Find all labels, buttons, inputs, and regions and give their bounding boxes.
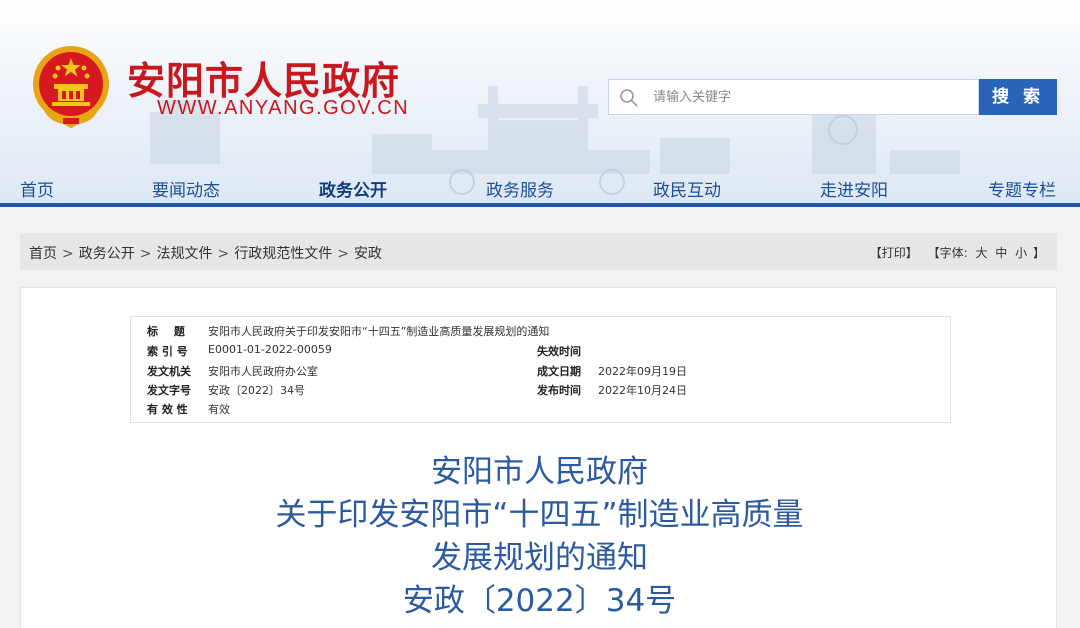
document-title-line: 发展规划的通知 bbox=[431, 540, 648, 576]
meta-label-validity: 有 效 性 bbox=[147, 403, 188, 416]
meta-value-published: 2022年10月24日 bbox=[598, 384, 687, 397]
breadcrumb-item-regulations[interactable]: 法规文件 bbox=[156, 246, 212, 262]
national-emblem-icon bbox=[33, 46, 109, 128]
font-size-medium-button[interactable]: 中 bbox=[995, 246, 1007, 260]
document-number: 安政〔2022〕34号 bbox=[402, 583, 677, 619]
breadcrumb-trail: 首页 > 政务公开 > 法规文件 > 行政规范性文件 > 安政 bbox=[29, 243, 382, 263]
meta-label-created: 成文日期 bbox=[537, 365, 581, 378]
breadcrumb-item-anzheng[interactable]: 安政 bbox=[354, 246, 382, 262]
meta-label-published: 发布时间 bbox=[537, 384, 581, 397]
breadcrumb: 首页 > 政务公开 > 法规文件 > 行政规范性文件 > 安政 【打印】 【字体: 大 中 小 … bbox=[20, 233, 1057, 270]
breadcrumb-item-gov-affairs[interactable]: 政务公开 bbox=[79, 246, 135, 262]
breadcrumb-separator: > bbox=[62, 246, 74, 262]
document-title: 安阳市人民政府 关于印发安阳市“十四五”制造业高质量 发展规划的通知 安政〔20… bbox=[21, 451, 1058, 623]
article-content: 标 题 安阳市人民政府关于印发安阳市“十四五”制造业高质量发展规划的通知 索 引… bbox=[20, 287, 1057, 628]
nav-item-interaction[interactable]: 政民互动 bbox=[653, 176, 721, 201]
font-size-close-bracket: 】 bbox=[1032, 246, 1045, 260]
breadcrumb-separator: > bbox=[337, 246, 349, 262]
page-tools: 【打印】 【字体: 大 中 小 】 bbox=[870, 244, 1045, 261]
meta-value-docno: 安政〔2022〕34号 bbox=[208, 384, 305, 397]
main-nav: 首页 要闻动态 政务公开 政务服务 政民互动 走进安阳 专题专栏 bbox=[0, 170, 1080, 204]
breadcrumb-item-home[interactable]: 首页 bbox=[29, 246, 57, 262]
print-button[interactable]: 【打印】 bbox=[870, 246, 918, 260]
document-metadata-table: 标 题 安阳市人民政府关于印发安阳市“十四五”制造业高质量发展规划的通知 索 引… bbox=[130, 316, 951, 423]
nav-item-special-topics[interactable]: 专题专栏 bbox=[988, 176, 1056, 201]
meta-row-issuer: 发文机关 安阳市人民政府办公室 成文日期 2022年09月19日 bbox=[147, 363, 937, 381]
meta-value-validity: 有效 bbox=[208, 403, 230, 416]
search-box bbox=[608, 79, 979, 115]
font-size-large-button[interactable]: 大 bbox=[975, 246, 987, 260]
nav-item-home[interactable]: 首页 bbox=[20, 176, 54, 201]
meta-value-created: 2022年09月19日 bbox=[598, 365, 687, 378]
meta-row-docno: 发文字号 安政〔2022〕34号 发布时间 2022年10月24日 bbox=[147, 382, 937, 400]
meta-label-title: 标 题 bbox=[147, 325, 191, 338]
search-button[interactable]: 搜 索 bbox=[979, 79, 1057, 115]
meta-label-issuer: 发文机关 bbox=[147, 365, 191, 378]
meta-label-index: 索 引 号 bbox=[147, 345, 188, 358]
meta-value-index: E0001-01-2022-00059 bbox=[208, 343, 332, 356]
meta-value-issuer: 安阳市人民政府办公室 bbox=[208, 365, 318, 378]
font-size-small-button[interactable]: 小 bbox=[1015, 246, 1027, 260]
meta-label-docno: 发文字号 bbox=[147, 384, 191, 397]
breadcrumb-separator: > bbox=[217, 246, 230, 262]
document-title-line: 安阳市人民政府 bbox=[431, 454, 648, 490]
meta-label-expire: 失效时间 bbox=[537, 345, 581, 358]
nav-underline-bar bbox=[0, 203, 1080, 207]
meta-value-title: 安阳市人民政府关于印发安阳市“十四五”制造业高质量发展规划的通知 bbox=[208, 325, 550, 338]
font-size-label: 【字体: bbox=[927, 246, 968, 260]
nav-item-gov-services[interactable]: 政务服务 bbox=[486, 176, 554, 201]
document-title-line: 关于印发安阳市“十四五”制造业高质量 bbox=[275, 497, 804, 533]
nav-item-news[interactable]: 要闻动态 bbox=[152, 176, 220, 201]
site-header: 安阳市人民政府 WWW.ANYANG.GOV.CN 搜 索 首页 要闻动态 政务… bbox=[0, 0, 1080, 205]
search-icon bbox=[620, 89, 638, 107]
meta-row-index: 索 引 号 E0001-01-2022-00059 失效时间 bbox=[147, 343, 937, 361]
search-input[interactable] bbox=[653, 80, 973, 114]
breadcrumb-separator: > bbox=[139, 246, 152, 262]
nav-item-gov-affairs-open[interactable]: 政务公开 bbox=[319, 176, 387, 201]
breadcrumb-item-normative-docs[interactable]: 行政规范性文件 bbox=[234, 246, 332, 262]
site-url[interactable]: WWW.ANYANG.GOV.CN bbox=[157, 97, 409, 120]
nav-item-about-anyang[interactable]: 走进安阳 bbox=[820, 176, 888, 201]
